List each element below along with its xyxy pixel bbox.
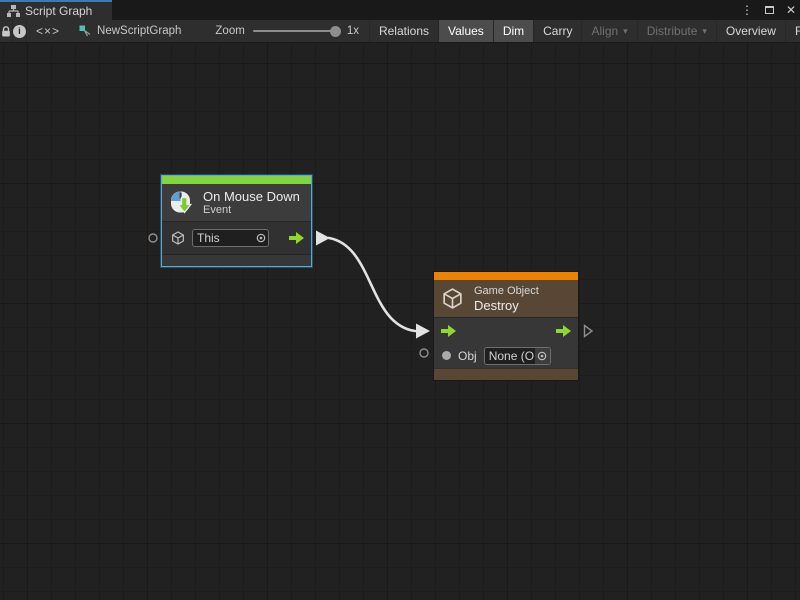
node-title: On Mouse Down xyxy=(203,189,300,204)
zoom-slider[interactable] xyxy=(253,30,339,32)
gameobject-accent-bar xyxy=(434,272,578,280)
tab-bar: Script Graph ⋮ ✕ xyxy=(0,0,800,20)
zoom-control: Zoom 1x xyxy=(193,20,369,42)
window-menu-icon[interactable]: ⋮ xyxy=(741,3,753,17)
node-footer xyxy=(434,368,578,380)
obj-field-value: None (O xyxy=(485,349,535,363)
graph-tab-icon xyxy=(7,5,20,17)
values-label: Values xyxy=(448,24,484,38)
chevron-down-icon: ▾ xyxy=(623,26,628,37)
info-button[interactable]: i xyxy=(12,20,26,42)
node-header-text: On Mouse Down Event xyxy=(203,189,300,217)
lock-icon xyxy=(0,25,12,38)
flow-output-port[interactable] xyxy=(556,325,571,337)
fullscreen-label: Full S xyxy=(795,24,800,38)
flow-row xyxy=(434,318,578,343)
fullscreen-button[interactable]: Full S xyxy=(785,20,800,42)
relations-button[interactable]: Relations xyxy=(369,20,438,42)
code-view-button[interactable]: <×> xyxy=(26,20,69,42)
flow-output-port[interactable] xyxy=(289,232,304,244)
cube-icon xyxy=(170,230,186,246)
obj-field[interactable]: None (O xyxy=(484,347,551,365)
script-graph-window: Script Graph ⋮ ✕ i <×> xyxy=(0,0,800,600)
info-icon: i xyxy=(13,25,26,38)
overview-label: Overview xyxy=(726,24,776,38)
event-accent-bar xyxy=(162,176,311,184)
node-subtitle: Event xyxy=(203,204,300,217)
cube-icon xyxy=(440,286,465,311)
graph-canvas[interactable] xyxy=(0,43,800,600)
graph-name-group[interactable]: NewScriptGraph xyxy=(69,20,193,42)
dim-button[interactable]: Dim xyxy=(493,20,533,42)
zoom-value: 1x xyxy=(347,25,359,37)
distribute-label: Distribute xyxy=(647,24,698,38)
node-footer xyxy=(162,254,311,266)
carry-label: Carry xyxy=(543,24,572,38)
dim-label: Dim xyxy=(503,24,524,38)
graph-toolbar: i <×> NewScriptGraph Zoom 1x Relations V… xyxy=(0,20,800,43)
code-icon: <×> xyxy=(36,24,60,38)
tab-title: Script Graph xyxy=(25,4,92,18)
tab-script-graph[interactable]: Script Graph xyxy=(0,0,112,20)
relations-label: Relations xyxy=(379,24,429,38)
node-header: On Mouse Down Event xyxy=(162,184,311,221)
window-controls: ⋮ ✕ xyxy=(741,0,796,20)
node-header-text: Game Object Destroy xyxy=(474,285,539,313)
node-header: Game Object Destroy xyxy=(434,280,578,317)
node-category: Game Object xyxy=(474,285,539,298)
graph-name-label: NewScriptGraph xyxy=(97,25,181,37)
distribute-button[interactable]: Distribute ▾ xyxy=(637,20,716,42)
overview-button[interactable]: Overview xyxy=(716,20,785,42)
align-label: Align xyxy=(591,24,618,38)
target-field-value: This xyxy=(193,231,253,245)
flow-input-port[interactable] xyxy=(441,325,456,337)
values-button[interactable]: Values xyxy=(438,20,493,42)
maximize-icon[interactable] xyxy=(765,6,774,14)
mouse-down-icon xyxy=(168,190,194,216)
carry-button[interactable]: Carry xyxy=(533,20,581,42)
align-button[interactable]: Align ▾ xyxy=(581,20,636,42)
close-icon[interactable]: ✕ xyxy=(786,3,796,17)
input-label: Obj xyxy=(458,349,477,363)
target-field[interactable]: This xyxy=(192,229,269,247)
lock-button[interactable] xyxy=(0,20,12,42)
node-body: Obj None (O xyxy=(434,317,578,368)
node-title: Destroy xyxy=(474,298,539,313)
chevron-down-icon: ▾ xyxy=(702,26,707,37)
object-picker-icon[interactable] xyxy=(253,230,268,246)
object-picker-icon[interactable] xyxy=(535,348,550,364)
value-input-port[interactable] xyxy=(442,351,451,360)
script-graph-icon xyxy=(79,25,91,37)
node-body: This xyxy=(162,221,311,254)
node-destroy[interactable]: Game Object Destroy Obj None (O xyxy=(433,271,579,381)
zoom-label: Zoom xyxy=(215,25,244,37)
value-row: Obj None (O xyxy=(434,343,578,368)
node-on-mouse-down[interactable]: On Mouse Down Event This xyxy=(161,175,312,267)
zoom-slider-knob[interactable] xyxy=(330,26,341,37)
